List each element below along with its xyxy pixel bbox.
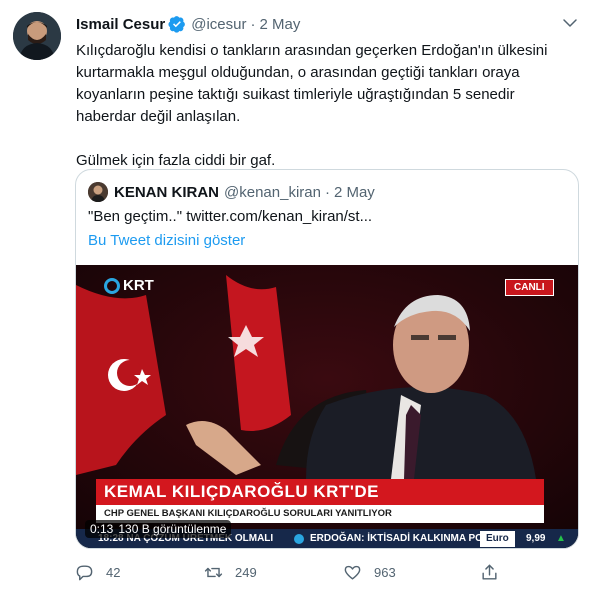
video-player[interactable]: KRT CANLI KEMAL KILIÇDAROĞLU KRT'DE CHP … — [76, 265, 578, 548]
tweet-text-paragraph: Kılıçdaroğlu kendisi o tankların arasınd… — [76, 42, 548, 125]
quoted-author-handle: @kenan_kiran — [224, 183, 321, 201]
ticker-up-arrow-icon: ▲ — [556, 533, 566, 544]
live-badge: CANLI — [505, 279, 554, 296]
lower-third-title: KEMAL KILIÇDAROĞLU KRT'DE — [96, 479, 544, 505]
reply-icon — [76, 564, 93, 580]
tweet-actions: 42 249 963 — [75, 560, 575, 584]
chevron-down-icon[interactable] — [561, 14, 579, 32]
video-elapsed-time: 0:13 — [90, 522, 114, 536]
show-thread-link[interactable]: Bu Tweet dizisini göster — [88, 231, 245, 251]
ticker-right-text: ERDOĞAN: İKTİSADİ KALKINMA PC — [310, 533, 483, 544]
quoted-author-avatar — [88, 182, 108, 202]
like-count: 963 — [374, 564, 396, 580]
share-button[interactable] — [480, 560, 499, 584]
verified-badge-icon — [168, 16, 186, 33]
quoted-date: 2 May — [333, 183, 375, 201]
video-time-badge: 0:13 130 B görüntülenme — [85, 520, 232, 538]
reply-button[interactable]: 42 — [75, 560, 120, 584]
retweet-count: 249 — [235, 564, 257, 580]
quoted-author-name: KENAN KIRAN — [114, 183, 219, 201]
tweet-text: Kılıçdaroğlu kendisi o tankların arasınd… — [76, 40, 576, 172]
retweet-button[interactable]: 249 — [204, 560, 257, 584]
tweet-card[interactable]: Ismail Cesur @icesur · 2 May Kılıçdaroğl… — [0, 0, 589, 600]
channel-logo: KRT — [104, 277, 154, 294]
heart-icon — [344, 565, 361, 580]
quoted-tweet[interactable]: KENAN KIRAN @kenan_kiran · 2 May "Ben ge… — [75, 169, 579, 549]
video-view-count: 130 B görüntülenme — [118, 522, 227, 536]
author-avatar[interactable] — [13, 12, 61, 60]
ticker-euro-value: 9,99 — [526, 533, 546, 544]
like-button[interactable]: 963 — [343, 560, 396, 584]
header-separator: · — [250, 15, 256, 33]
channel-logo-text: KRT — [123, 277, 154, 294]
quoted-separator: · — [324, 183, 330, 201]
tweet-header: Ismail Cesur @icesur · 2 May — [76, 13, 300, 35]
author-name[interactable]: Ismail Cesur — [76, 16, 165, 33]
ticker-euro-label: Euro — [480, 531, 515, 547]
quoted-header: KENAN KIRAN @kenan_kiran · 2 May — [114, 182, 375, 202]
retweet-icon — [204, 567, 223, 577]
reply-count: 42 — [106, 564, 121, 580]
channel-logo-icon — [104, 277, 120, 294]
share-icon — [482, 564, 497, 580]
ticker-separator-icon — [294, 534, 304, 544]
tweet-date[interactable]: 2 May — [259, 16, 300, 33]
author-handle[interactable]: @icesur — [191, 16, 246, 33]
quoted-text: "Ben geçtim.." twitter.com/kenan_kiran/s… — [88, 208, 373, 225]
